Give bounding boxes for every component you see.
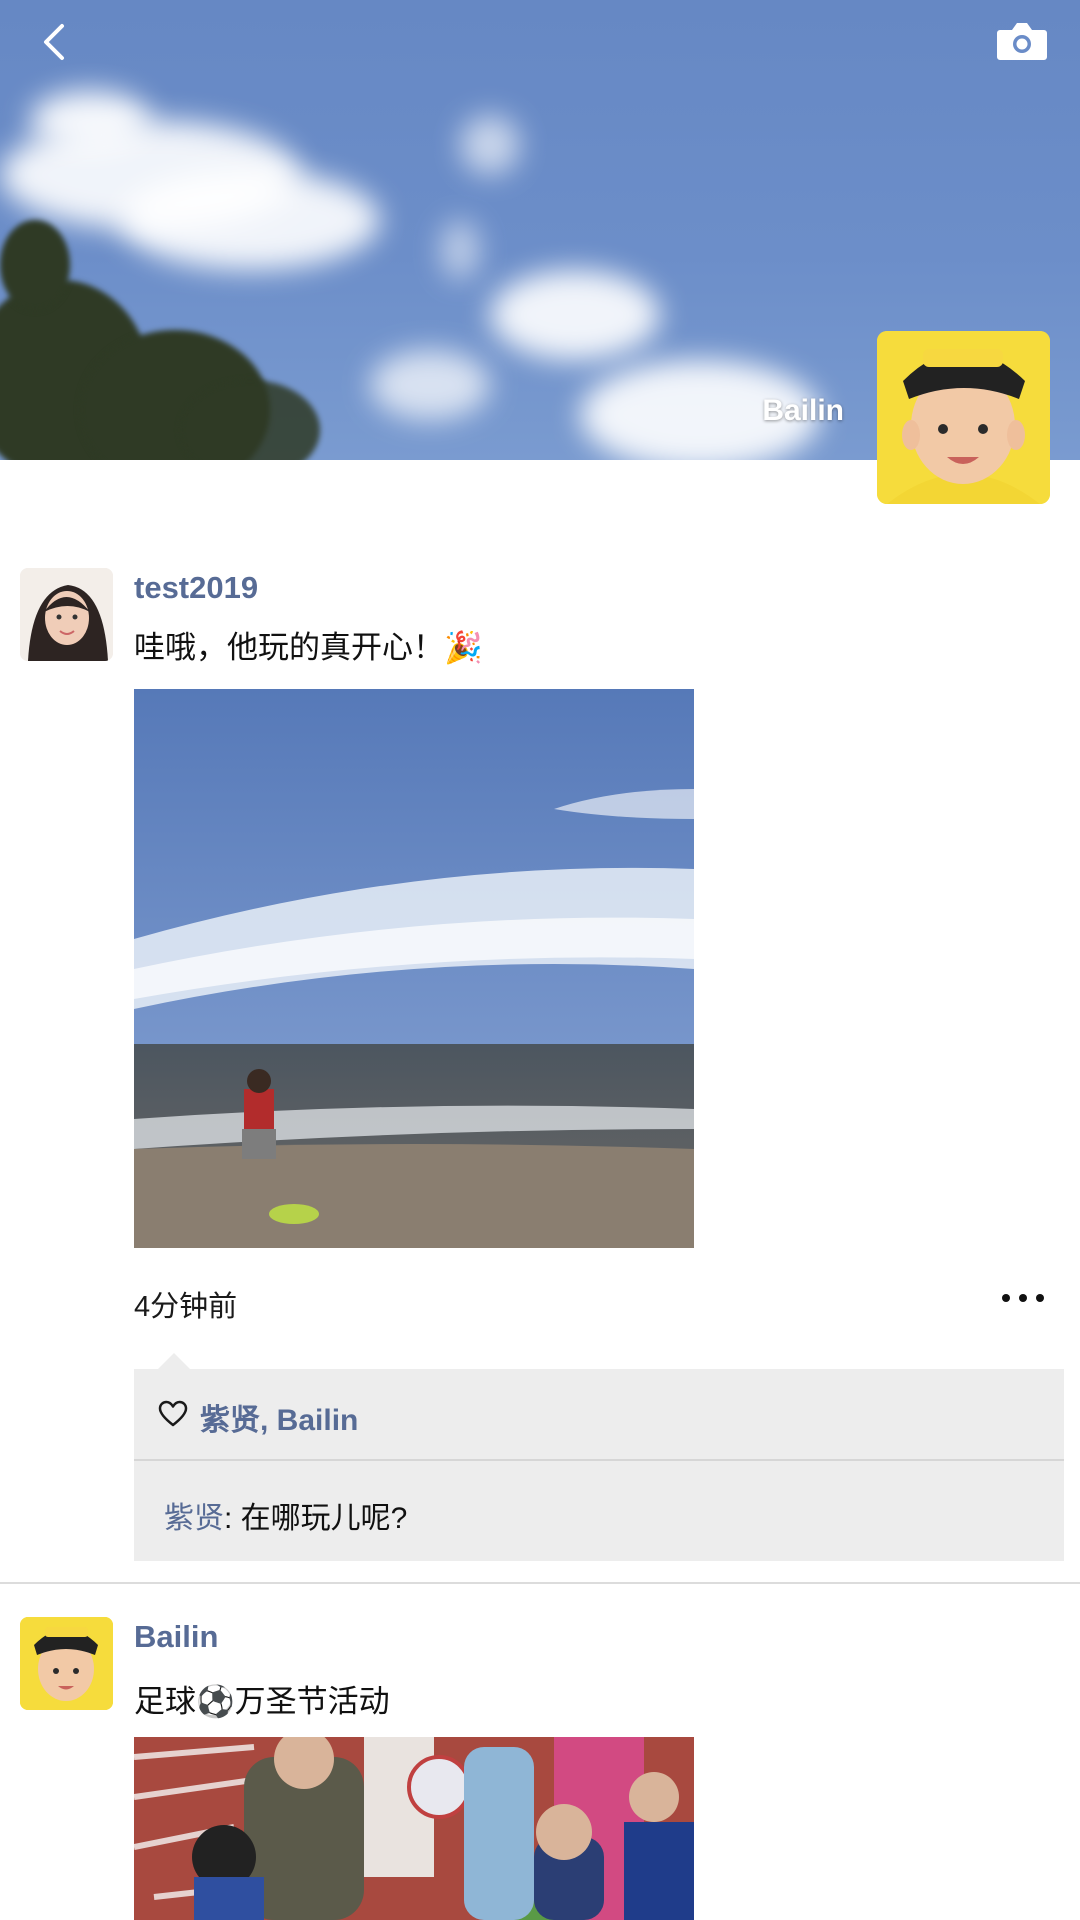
comment-author[interactable]: 紫贤 <box>164 1502 224 1535</box>
chevron-left-icon[interactable] <box>34 20 78 64</box>
profile-avatar[interactable] <box>877 331 1050 504</box>
heart-icon <box>158 1400 188 1427</box>
likes-names[interactable]: 紫贤, Bailin <box>200 1395 358 1439</box>
post-username[interactable]: test2019 <box>134 570 258 606</box>
comment-separator: : <box>224 1502 241 1535</box>
comments-panel: 紫贤, Bailin 紫贤: 在哪玩儿呢? <box>134 1369 1064 1561</box>
cover-username: Bailin <box>762 394 844 427</box>
likes-row: 紫贤, Bailin <box>134 1369 1064 1461</box>
comments-caret <box>158 1353 190 1369</box>
comment-item[interactable]: 紫贤: 在哪玩儿呢? <box>164 1493 407 1537</box>
post-divider <box>0 1582 1080 1584</box>
avatar[interactable] <box>20 568 113 661</box>
post-text: 哇哦，他玩的真开心！🎉 <box>134 630 483 665</box>
comment-text: 在哪玩儿呢? <box>240 1502 408 1535</box>
post-text: 足球⚽万圣节活动 <box>134 1684 390 1719</box>
post-timestamp: 4分钟前 <box>134 1291 238 1323</box>
post-photo[interactable] <box>134 1737 694 1920</box>
post-photo[interactable] <box>134 689 694 1248</box>
more-dots-icon[interactable] <box>1000 1288 1046 1308</box>
post-username[interactable]: Bailin <box>134 1619 218 1655</box>
avatar[interactable] <box>20 1617 113 1710</box>
camera-icon[interactable] <box>996 18 1048 62</box>
